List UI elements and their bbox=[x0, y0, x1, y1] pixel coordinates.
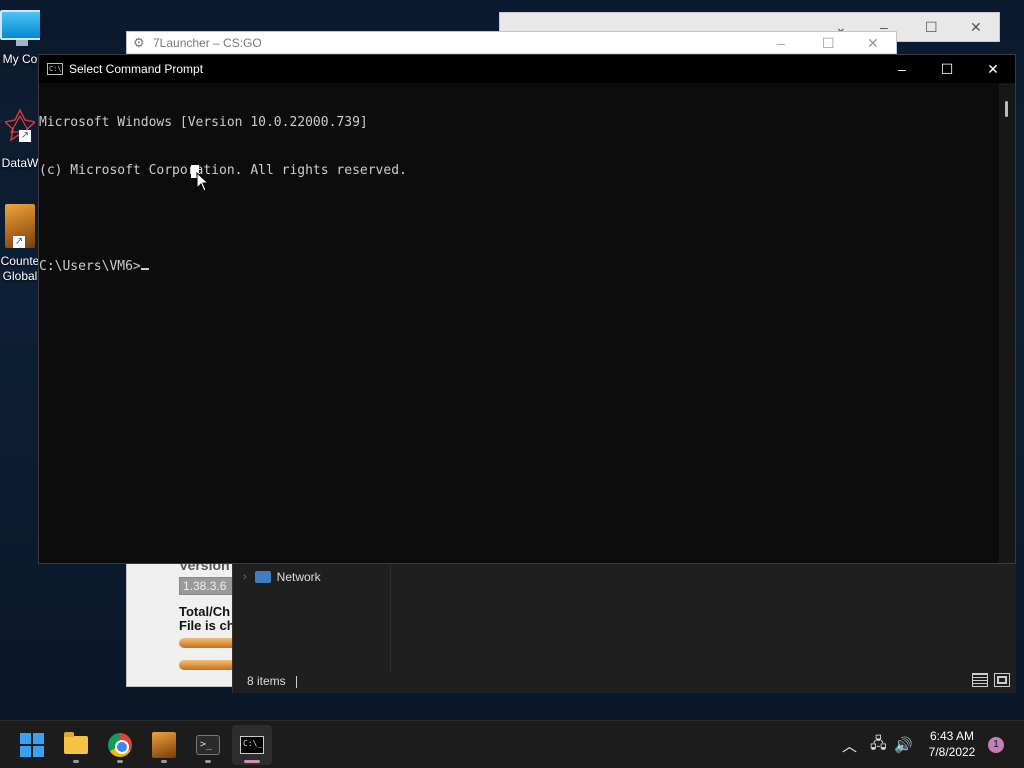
terminal-icon: >_ bbox=[196, 735, 220, 755]
window-title: Select Command Prompt bbox=[69, 62, 204, 76]
shortcut-arrow-icon: ↗ bbox=[13, 236, 25, 248]
network-icon bbox=[254, 571, 271, 583]
desktop-icon-my-computer[interactable]: My Co bbox=[0, 10, 40, 66]
csgo-icon bbox=[152, 732, 176, 758]
close-button[interactable]: ✕ bbox=[970, 55, 1016, 83]
network-icon: 🖧 bbox=[870, 734, 887, 752]
running-indicator bbox=[117, 760, 123, 763]
nav-item-network[interactable]: › Network bbox=[243, 570, 321, 584]
taskbar-chrome[interactable] bbox=[100, 725, 140, 765]
volume-icon: 🔊 bbox=[894, 737, 913, 754]
close-icon[interactable]: ✕ bbox=[970, 19, 982, 36]
minimize-icon: – bbox=[898, 61, 906, 77]
total-label: Total/Ch bbox=[179, 605, 231, 618]
desktop-icon-label: DataW bbox=[1, 156, 39, 170]
nav-item-label: Network bbox=[276, 570, 321, 584]
console-output[interactable]: Microsoft Windows [Version 10.0.22000.73… bbox=[39, 83, 1001, 563]
chevron-up-icon: ︿ bbox=[842, 737, 858, 755]
taskbar-terminal[interactable]: >_ bbox=[188, 725, 228, 765]
vertical-scrollbar[interactable] bbox=[999, 83, 1015, 563]
close-icon: ✕ bbox=[987, 60, 999, 77]
windows-start-icon bbox=[20, 733, 44, 757]
large-icons-view-button[interactable] bbox=[994, 673, 1010, 687]
running-indicator bbox=[161, 760, 167, 763]
details-view-button[interactable] bbox=[972, 673, 988, 687]
taskbar-file-explorer[interactable] bbox=[56, 725, 96, 765]
show-hidden-icons-button[interactable]: ︿ bbox=[842, 721, 857, 768]
notification-badge[interactable]: 1 bbox=[988, 737, 1004, 753]
minimize-button[interactable]: – bbox=[879, 55, 925, 83]
cmd-titlebar[interactable]: C:\ Select Command Prompt bbox=[39, 55, 1015, 83]
maximize-icon[interactable]: ☐ bbox=[822, 35, 835, 52]
progress-bar bbox=[179, 660, 233, 670]
maximize-icon: ☐ bbox=[940, 60, 954, 77]
launcher-title: 7Launcher – CS:GO bbox=[153, 35, 262, 50]
clock-time: 6:43 AM bbox=[929, 729, 975, 743]
console-line: Microsoft Windows [Version 10.0.22000.73… bbox=[39, 115, 368, 130]
desktop-icon-datawarehouse[interactable]: ↗ DataW bbox=[0, 108, 40, 170]
command-prompt-window[interactable]: C:\ Select Command Prompt – ☐ ✕ Microsof… bbox=[38, 54, 1016, 564]
scrollbar-thumb[interactable] bbox=[1005, 101, 1008, 117]
version-field: 1.38.3.6 bbox=[179, 577, 239, 595]
maximize-button[interactable]: ☐ bbox=[924, 55, 970, 83]
active-indicator bbox=[244, 760, 260, 763]
file-explorer-window[interactable]: › Network 8 items bbox=[232, 560, 1016, 693]
folder-icon bbox=[64, 732, 88, 754]
desktop-icon-label: My Co bbox=[2, 52, 38, 66]
clock[interactable]: 6:43 AM 7/8/2022 bbox=[920, 728, 984, 760]
chevron-right-icon[interactable]: › bbox=[243, 571, 247, 583]
desktop-icon-csgo[interactable]: ↗ Counte Global bbox=[0, 204, 40, 284]
status-bar: 8 items bbox=[247, 674, 297, 688]
running-indicator bbox=[73, 760, 79, 763]
close-icon[interactable]: ✕ bbox=[867, 35, 879, 52]
volume-button[interactable]: 🔊 bbox=[894, 721, 913, 768]
desktop-icon-label: Counte bbox=[0, 254, 40, 268]
console-prompt: C:\Users\VM6> bbox=[39, 259, 141, 274]
gear-icon: ⚙ bbox=[133, 34, 145, 50]
taskbar-csgo[interactable] bbox=[144, 725, 184, 765]
start-button[interactable] bbox=[12, 725, 52, 765]
taskbar-command-prompt[interactable]: C:\_ bbox=[232, 725, 272, 765]
status-separator bbox=[295, 675, 297, 688]
csgo-icon: ↗ bbox=[5, 204, 35, 248]
running-indicator bbox=[205, 760, 211, 763]
cmd-icon: C:\ bbox=[47, 63, 63, 75]
text-caret bbox=[140, 268, 149, 270]
cmd-icon: C:\_ bbox=[240, 736, 264, 754]
taskbar: >_ C:\_ ︿ 🖧 🔊 6:43 AM 7/8/2022 1 bbox=[0, 720, 1024, 768]
console-line: (c) Microsoft Corporation. All rights re… bbox=[39, 163, 407, 178]
maximize-icon[interactable]: ☐ bbox=[925, 19, 938, 36]
console-prompt-line[interactable]: C:\Users\VM6> bbox=[39, 259, 1001, 275]
desktop-icon-label-2: Global bbox=[2, 269, 38, 283]
datawarehouse-icon: ↗ bbox=[3, 108, 37, 142]
progress-bar bbox=[179, 638, 233, 648]
file-status-label: File is ch bbox=[179, 619, 233, 632]
network-status-button[interactable]: 🖧 bbox=[870, 721, 887, 768]
chrome-icon bbox=[108, 733, 132, 757]
navigation-pane: › Network bbox=[233, 560, 391, 672]
shortcut-arrow-icon: ↗ bbox=[19, 130, 31, 142]
mouse-pointer-icon bbox=[196, 172, 210, 192]
clock-date: 7/8/2022 bbox=[928, 745, 976, 759]
minimize-icon[interactable]: – bbox=[777, 35, 785, 51]
item-count: 8 items bbox=[247, 674, 286, 688]
computer-icon bbox=[0, 10, 40, 46]
